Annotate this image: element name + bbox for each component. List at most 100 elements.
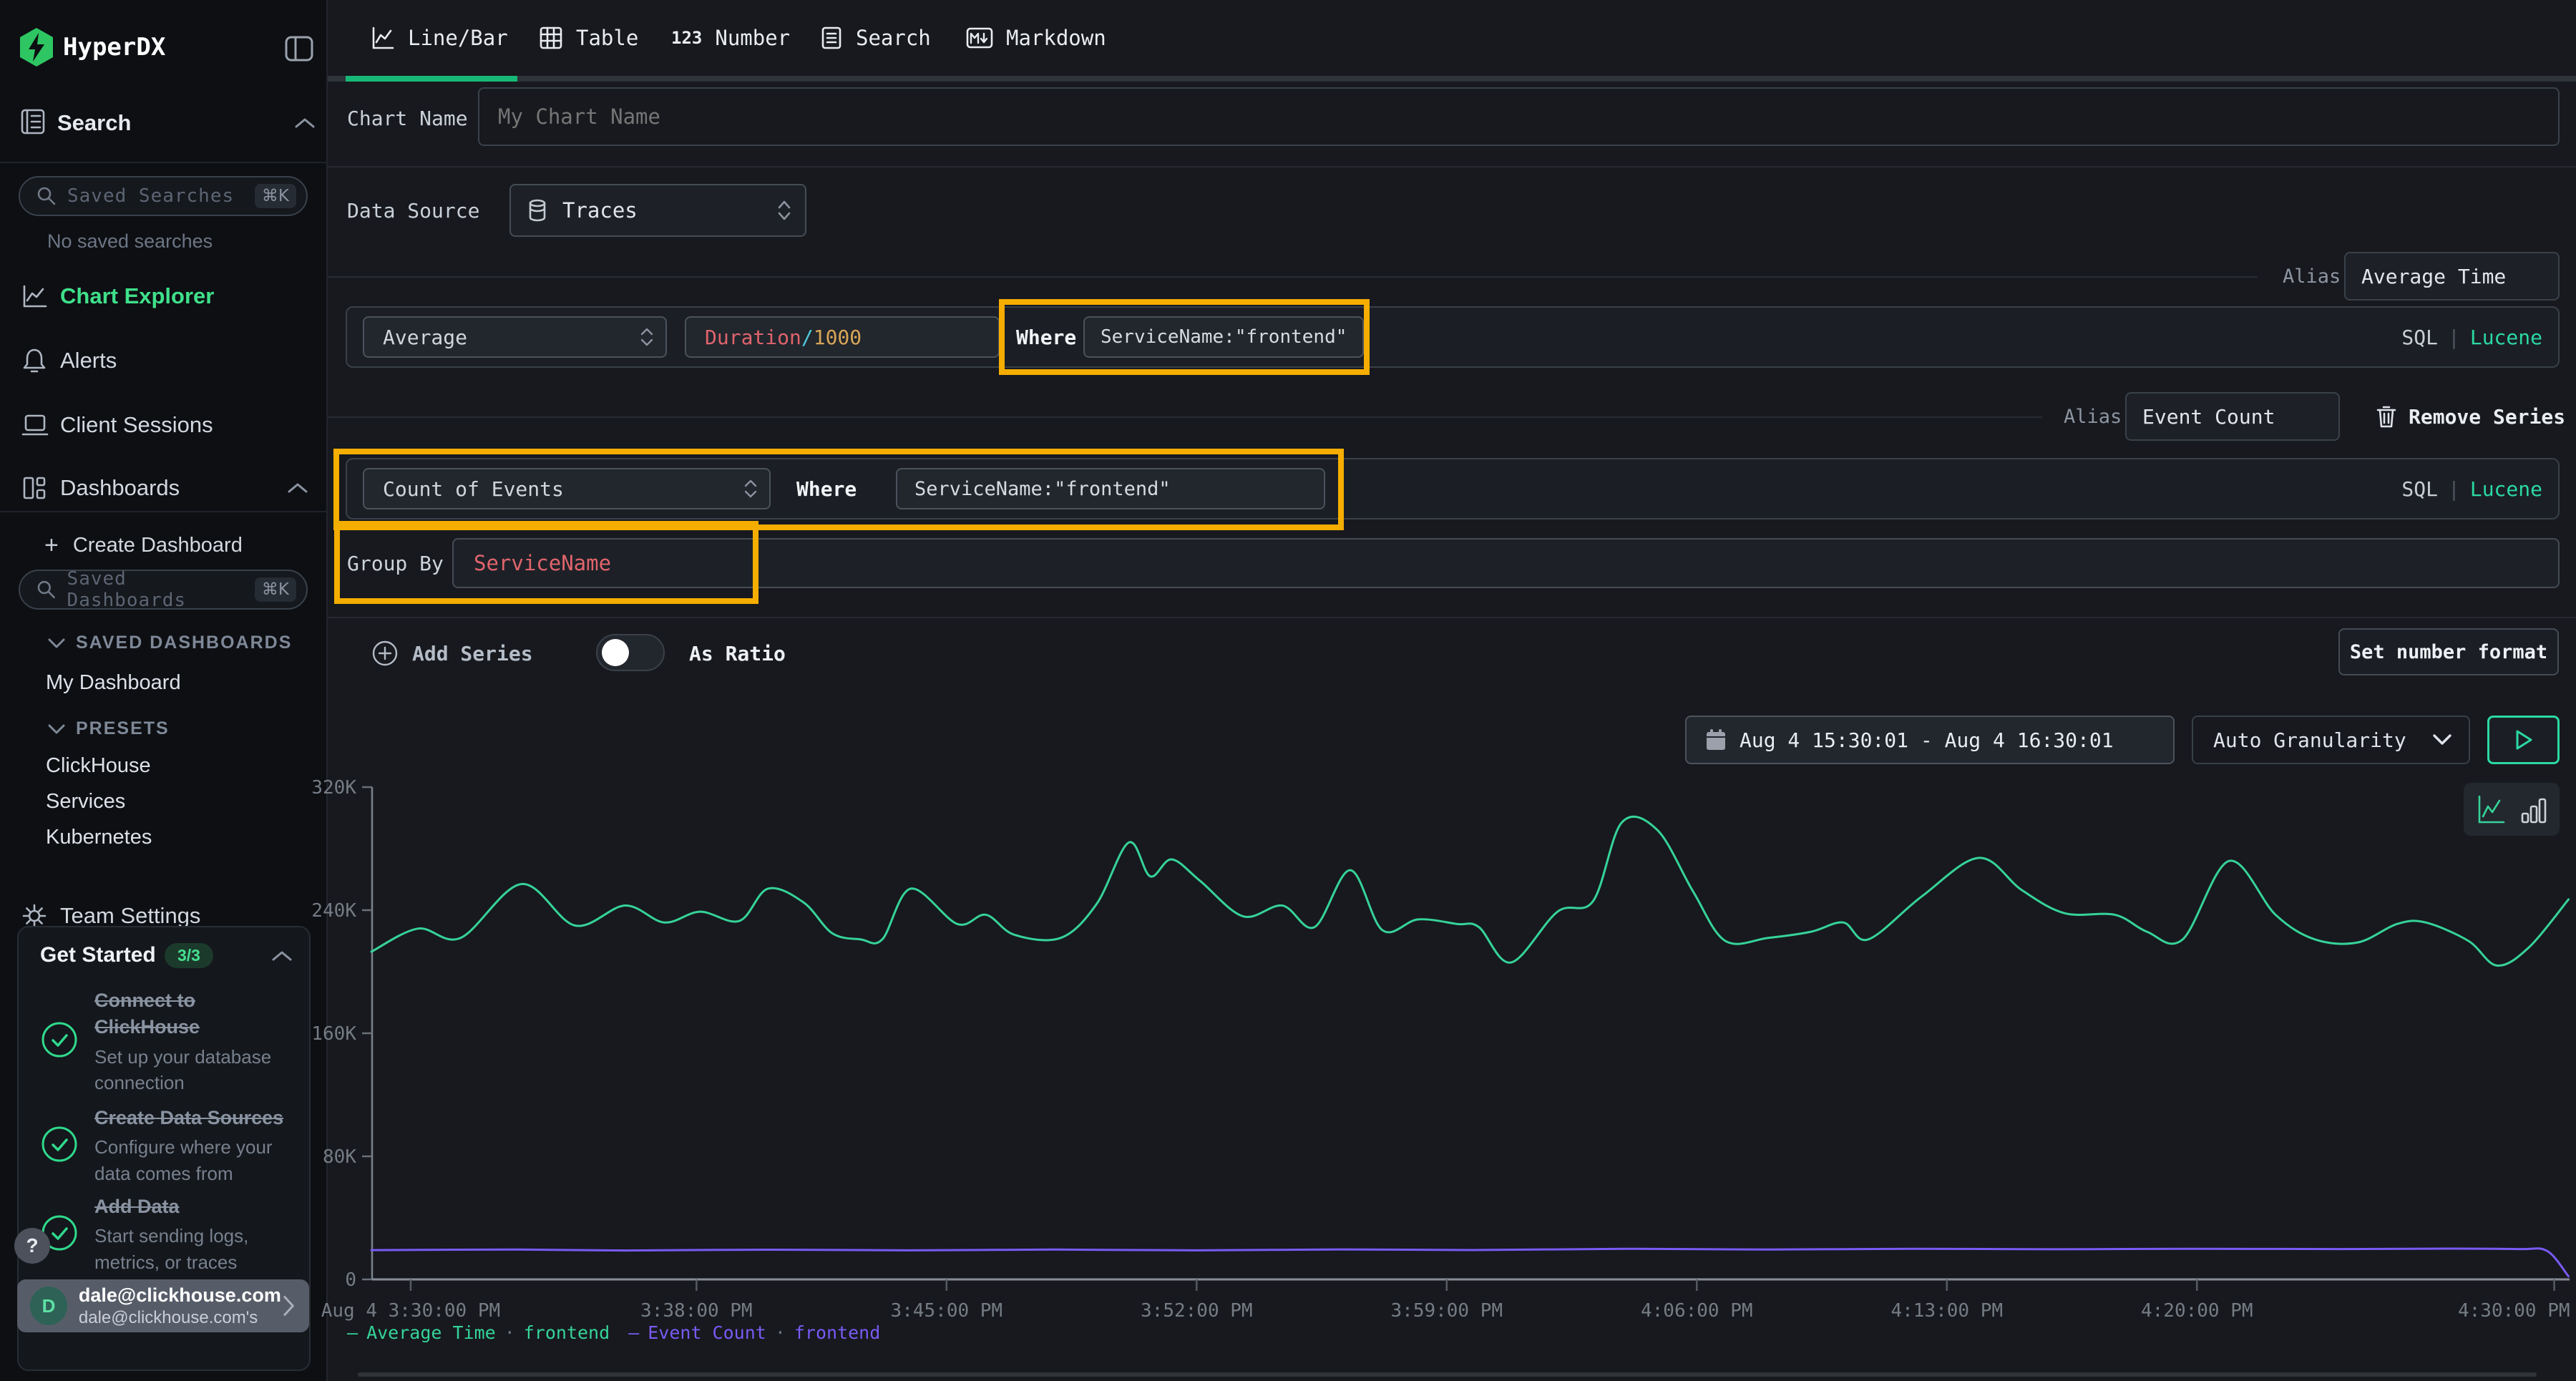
get-started-item-desc: Configure where your data comes from [94, 1134, 280, 1187]
dashboards-grid-icon [21, 475, 47, 501]
sql-toggle[interactable]: SQL [2401, 326, 2438, 349]
tab-underline-track [328, 76, 2576, 82]
series1-field-input[interactable]: Duration/1000 [685, 316, 1000, 358]
date-range-picker[interactable]: Aug 4 15:30:01 - Aug 4 16:30:01 [1685, 716, 2175, 764]
user-menu[interactable]: D dale@clickhouse.com dale@clickhouse.co… [17, 1279, 309, 1332]
svg-text:0: 0 [345, 1269, 356, 1291]
as-ratio-label: As Ratio [689, 630, 786, 677]
series1-aggregation-select[interactable]: Average [363, 316, 667, 358]
saved-searches-input[interactable]: Saved Searches ⌘K [19, 176, 308, 216]
series2-where-input[interactable] [896, 468, 1325, 509]
series2-language-switch: SQL | Lucene [2401, 459, 2542, 518]
series1-alias-field[interactable] [2346, 264, 2558, 289]
sidebar-item-my-dashboard[interactable]: My Dashboard [46, 671, 181, 695]
get-started-progress-badge: 3/3 [165, 943, 213, 968]
add-series-button[interactable]: Add Series [371, 630, 533, 677]
chart-name-input[interactable] [478, 87, 2560, 146]
search-icon [36, 579, 57, 600]
timeseries-chart[interactable]: 080K160K240K320KAug 4 3:30:00 PM3:38:00 … [328, 758, 2576, 1381]
legend-series-group[interactable]: frontend [524, 1322, 610, 1343]
series2-aggregation-select[interactable]: Count of Events [363, 468, 771, 509]
sidebar-section-search[interactable]: Search [57, 110, 131, 136]
tab-number[interactable]: 123 Number [671, 0, 790, 76]
tab-line-bar[interactable]: Line/Bar [371, 0, 508, 76]
laptop-icon [21, 413, 49, 437]
get-started-item[interactable]: Create Data Sources Configure where your … [40, 1105, 291, 1187]
tab-search[interactable]: Search [820, 0, 931, 76]
get-started-item[interactable]: Connect to ClickHouseSet up your databas… [40, 987, 291, 1096]
saved-dashboards-header[interactable]: SAVED DASHBOARDS [47, 633, 292, 653]
sidebar-item-chart-explorer[interactable]: Chart Explorer [0, 276, 328, 316]
sidebar-item-dashboards[interactable]: Dashboards [0, 468, 328, 508]
saved-searches-placeholder: Saved Searches [67, 185, 234, 207]
document-list-icon [820, 26, 843, 50]
field-token: 1000 [814, 326, 862, 349]
sidebar-collapse-icon[interactable] [282, 31, 316, 66]
svg-text:3:52:00 PM: 3:52:00 PM [1141, 1300, 1253, 1322]
data-source-select[interactable]: Traces [509, 184, 806, 237]
check-circle-icon [40, 1020, 79, 1059]
group-by-input[interactable] [452, 538, 2560, 588]
remove-series-button[interactable]: Remove Series [2376, 392, 2565, 441]
lucene-toggle[interactable]: Lucene [2470, 477, 2542, 501]
set-number-format-button[interactable]: Set number format [2338, 628, 2559, 675]
bell-icon [21, 347, 47, 374]
legend-series-name[interactable]: Average Time [366, 1322, 496, 1343]
number-123-icon: 123 [671, 28, 702, 48]
gear-icon [21, 903, 47, 929]
saved-dashboards-placeholder: Saved Dashboards [67, 568, 255, 611]
select-updown-icon [640, 326, 654, 348]
presets-header[interactable]: PRESETS [47, 718, 170, 739]
series1-where-input[interactable] [1083, 316, 1364, 358]
chevron-up-icon[interactable] [293, 116, 316, 133]
chart-name-input-field[interactable] [479, 104, 2558, 130]
table-icon [539, 26, 563, 50]
get-started-item-title: Create Data Sources [94, 1105, 283, 1131]
series2-where-label: Where [796, 459, 857, 518]
select-updown-icon [743, 477, 758, 500]
check-circle-icon [40, 1125, 79, 1163]
sql-toggle[interactable]: SQL [2401, 477, 2438, 501]
chart-line-event-count [371, 1249, 2569, 1277]
no-saved-searches-text: No saved searches [47, 230, 213, 253]
help-button[interactable]: ? [14, 1228, 50, 1264]
series2-alias-field[interactable] [2127, 404, 2338, 429]
series2-where-field[interactable] [897, 477, 1324, 501]
create-dashboard-button[interactable]: + Create Dashboard [0, 527, 328, 564]
legend-series-group[interactable]: frontend [794, 1322, 880, 1343]
saved-dashboards-input[interactable]: Saved Dashboards ⌘K [19, 570, 308, 610]
field-token: / [801, 326, 814, 349]
tab-table[interactable]: Table [539, 0, 638, 76]
get-started-item[interactable]: Add DataStart sending logs, metrics, or … [40, 1194, 291, 1276]
field-token: Duration [705, 326, 801, 349]
tab-markdown[interactable]: Markdown [966, 0, 1106, 76]
group-by-label: Group By [347, 531, 444, 595]
run-query-button[interactable] [2487, 716, 2560, 764]
as-ratio-toggle[interactable] [596, 634, 665, 671]
sidebar-item-kubernetes[interactable]: Kubernetes [46, 826, 152, 849]
sidebar-item-clickhouse[interactable]: ClickHouse [46, 754, 151, 778]
legend-series-name[interactable]: Event Count [648, 1322, 766, 1343]
shortcut-badge: ⌘K [255, 184, 296, 208]
chevron-up-icon[interactable] [270, 949, 293, 963]
sidebar-divider [0, 162, 328, 163]
get-started-item-title: Add Data [94, 1194, 280, 1220]
series1-alias-input[interactable] [2344, 252, 2560, 301]
chevron-up-icon[interactable] [286, 481, 309, 495]
sidebar-item-alerts[interactable]: Alerts [0, 341, 328, 381]
svg-text:3:38:00 PM: 3:38:00 PM [640, 1300, 753, 1322]
sidebar-item-client-sessions[interactable]: Client Sessions [0, 405, 328, 445]
horizontal-scrollbar[interactable] [358, 1372, 2537, 1377]
series1-where-field[interactable] [1085, 326, 1362, 348]
sidebar-divider [0, 511, 328, 512]
avatar: D [30, 1287, 67, 1325]
section-divider [328, 617, 2576, 618]
lucene-toggle[interactable]: Lucene [2470, 326, 2542, 349]
group-by-field[interactable] [454, 550, 2558, 576]
toggle-knob [602, 639, 629, 666]
granularity-select[interactable]: Auto Granularity [2192, 716, 2470, 764]
alias-label: Alias [2283, 252, 2341, 301]
series2-alias-input[interactable] [2125, 392, 2340, 441]
sidebar-item-services[interactable]: Services [46, 790, 125, 814]
svg-text:3:45:00 PM: 3:45:00 PM [891, 1300, 1003, 1322]
